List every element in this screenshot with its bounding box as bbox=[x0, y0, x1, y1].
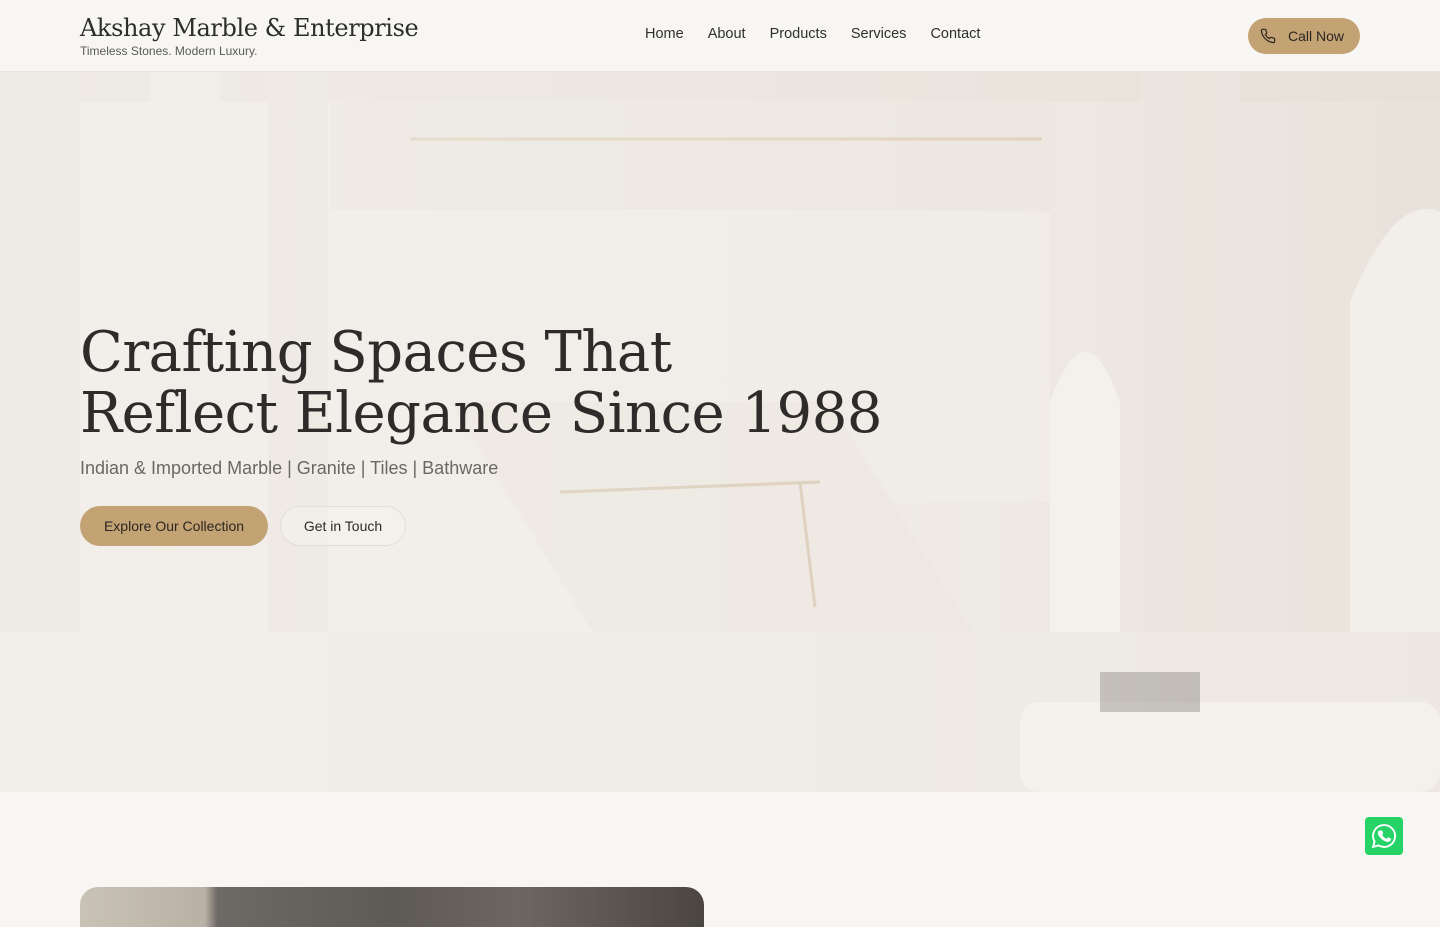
hero-title: Crafting Spaces That Reflect Elegance Si… bbox=[80, 322, 900, 444]
hero-section: Crafting Spaces That Reflect Elegance Si… bbox=[0, 72, 1440, 792]
call-now-label: Call Now bbox=[1288, 28, 1345, 44]
nav-home[interactable]: Home bbox=[645, 26, 684, 42]
nav-services[interactable]: Services bbox=[851, 26, 907, 42]
section-preview-image bbox=[80, 887, 704, 927]
whatsapp-icon bbox=[1371, 824, 1396, 849]
hero-title-line-2: Reflect Elegance Since 1988 bbox=[80, 381, 882, 446]
site-header: Akshay Marble & Enterprise Timeless Ston… bbox=[0, 0, 1440, 72]
main-nav: Home About Products Services Contact bbox=[645, 26, 980, 42]
nav-contact[interactable]: Contact bbox=[930, 26, 980, 42]
nav-products[interactable]: Products bbox=[770, 26, 827, 42]
brand-name[interactable]: Akshay Marble & Enterprise bbox=[80, 13, 419, 43]
hero-subtitle: Indian & Imported Marble | Granite | Til… bbox=[80, 458, 499, 478]
whatsapp-button[interactable] bbox=[1365, 817, 1403, 855]
nav-about[interactable]: About bbox=[708, 26, 746, 42]
explore-collection-button[interactable]: Explore Our Collection bbox=[80, 506, 268, 546]
hero-title-line-1: Crafting Spaces That bbox=[80, 320, 672, 385]
get-in-touch-button[interactable]: Get in Touch bbox=[280, 506, 406, 546]
call-now-button[interactable]: Call Now bbox=[1248, 18, 1360, 54]
phone-icon bbox=[1260, 28, 1276, 44]
brand[interactable]: Akshay Marble & Enterprise Timeless Ston… bbox=[80, 13, 419, 58]
brand-tagline: Timeless Stones. Modern Luxury. bbox=[80, 44, 258, 58]
